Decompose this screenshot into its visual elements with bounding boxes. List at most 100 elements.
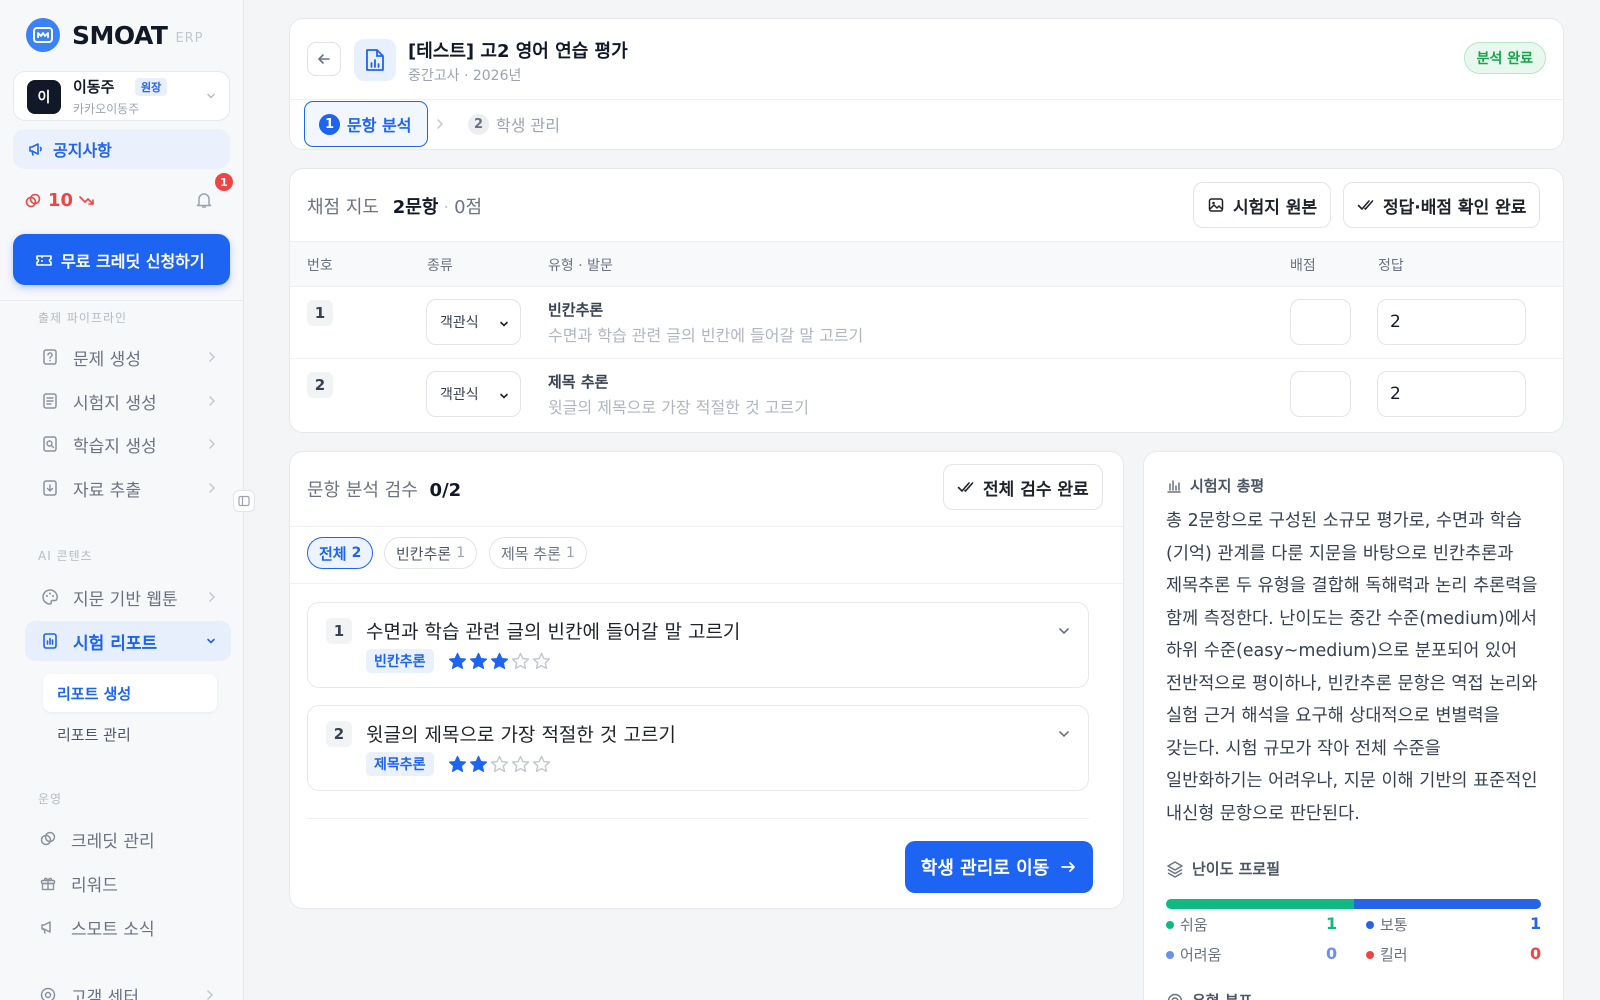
- chevron-right-icon: [205, 989, 215, 1000]
- tab-student-management[interactable]: 2 학생 관리: [468, 101, 560, 147]
- double-check-icon: [1357, 196, 1375, 214]
- legend-label: 쉬움: [1180, 916, 1208, 934]
- filter-chip-title-inference[interactable]: 제목 추론 1: [489, 537, 587, 569]
- column-header: 번호: [307, 258, 333, 274]
- user-role-badge: 원장: [135, 78, 168, 96]
- go-student-management-button[interactable]: 학생 관리로 이동: [905, 841, 1093, 893]
- chevron-down-icon: [498, 318, 510, 330]
- legend-normal: 보통: [1366, 914, 1408, 935]
- sidebar-item-label: 지문 기반 웹툰: [73, 589, 178, 610]
- question-text: 윗글의 제목으로 가장 적절한 것 고르기: [366, 724, 676, 746]
- review-divider: [290, 583, 1123, 584]
- question-prompt: 윗글의 제목으로 가장 적절한 것 고르기: [548, 398, 809, 417]
- sidebar-item-webtoon[interactable]: 지문 기반 웹툰: [25, 577, 231, 617]
- notice-button[interactable]: 공지사항: [13, 129, 230, 169]
- review-divider: [290, 526, 1123, 527]
- table-header: 번호 종류 유형 · 발문 배점 정답: [290, 241, 1563, 287]
- sidebar-item-credit-manage[interactable]: 크레딧 관리: [23, 819, 229, 859]
- answer-input[interactable]: 2: [1377, 371, 1526, 417]
- avatar: 이: [27, 80, 61, 114]
- sidebar-item-exam-report[interactable]: 시험 리포트: [25, 621, 231, 661]
- sidebar-section-pipeline: 출제 파이프라인: [38, 311, 128, 325]
- sidebar-item-support[interactable]: 고객 센터: [23, 975, 229, 1000]
- review-all-complete-button[interactable]: 전체 검수 완료: [943, 464, 1103, 510]
- question-type-tag: 빈칸추론: [366, 649, 434, 673]
- column-header: 유형 · 발문: [548, 258, 613, 274]
- step-number: 1: [319, 113, 340, 135]
- back-button[interactable]: [307, 42, 341, 76]
- arrow-left-icon: [316, 51, 332, 67]
- palette-icon: [41, 588, 59, 606]
- step-label: 문항 분석: [347, 116, 412, 135]
- sidebar-item-label: 리워드: [71, 875, 118, 896]
- page-subtitle: 중간고사 · 2026년: [408, 68, 522, 84]
- answer-input[interactable]: 2: [1377, 299, 1526, 345]
- column-header: 정답: [1378, 258, 1404, 274]
- review-title: 문항 분석 검수 0/2: [307, 476, 461, 502]
- legend-dot: [1166, 950, 1174, 959]
- sidebar-collapse-button[interactable]: [233, 490, 255, 512]
- target-icon: [1166, 992, 1184, 1000]
- grading-title-label: 채점 지도: [307, 197, 379, 218]
- star-filled-icon: [490, 652, 509, 669]
- legend-value: 1: [1326, 914, 1338, 933]
- score-input[interactable]: [1290, 371, 1351, 417]
- bell-icon[interactable]: [195, 191, 213, 209]
- notice-label: 공지사항: [53, 141, 112, 160]
- sidebar-divider: [0, 300, 244, 301]
- list-item[interactable]: 2 윗글의 제목으로 가장 적절한 것 고르기 제목추론: [307, 705, 1089, 791]
- question-kind-value: 객관식: [440, 387, 479, 403]
- sidebar-subitem-report-create[interactable]: 리포트 생성: [43, 674, 217, 712]
- star-filled-icon: [469, 755, 488, 772]
- confirm-answer-button[interactable]: 정답·배점 확인 완료: [1343, 182, 1541, 228]
- step-label: 학생 관리: [496, 116, 560, 135]
- exam-header-card: [테스트] 고2 영어 연습 평가 중간고사 · 2026년 분석 완료 1 문…: [289, 18, 1564, 150]
- review-all-complete-label: 전체 검수 완료: [983, 479, 1089, 500]
- question-count: 2문항: [392, 197, 439, 218]
- question-kind-select[interactable]: 객관식: [426, 371, 521, 417]
- sidebar-item-data-extract[interactable]: 자료 추출: [25, 468, 231, 508]
- brand[interactable]: SMOAT ERP: [26, 18, 204, 52]
- sidebar-item-exam-gen[interactable]: 시험지 생성: [25, 381, 231, 421]
- chevron-down-icon[interactable]: [1056, 726, 1072, 742]
- free-credit-button[interactable]: 무료 크레딧 신청하기: [13, 234, 230, 285]
- sidebar-subitem-report-manage[interactable]: 리포트 관리: [43, 715, 217, 753]
- ticket-icon: [35, 251, 53, 269]
- question-number: 2: [326, 721, 352, 747]
- legend-dot: [1166, 920, 1174, 929]
- status-badge: 분석 완료: [1463, 42, 1546, 74]
- user-name: 이동주: [73, 78, 115, 96]
- credit-balance[interactable]: 10: [24, 190, 95, 211]
- sidebar-item-news[interactable]: 스모트 소식: [23, 907, 229, 947]
- question-kind-select[interactable]: 객관식: [426, 299, 521, 345]
- user-switcher[interactable]: 이 이동주 원장 카카오이동주: [13, 71, 230, 121]
- question-type-tag: 제목추론: [366, 752, 434, 776]
- sidebar-item-worksheet-gen[interactable]: 학습지 생성: [25, 424, 231, 464]
- original-exam-button[interactable]: 시험지 원본: [1193, 182, 1332, 228]
- total-points: 0점: [454, 197, 483, 218]
- megaphone-icon: [39, 918, 57, 936]
- filter-chip-all[interactable]: 전체 2: [307, 537, 374, 569]
- confirm-answer-label: 정답·배점 확인 완료: [1383, 197, 1527, 218]
- bar-chart-icon: [1166, 478, 1182, 494]
- review-progress: 0/2: [429, 480, 462, 501]
- sidebar-item-reward[interactable]: 리워드: [23, 863, 229, 903]
- review-divider: [307, 818, 1089, 819]
- gift-icon: [39, 874, 57, 892]
- question-type: 제목 추론: [548, 373, 609, 391]
- chevron-down-icon: [205, 635, 217, 647]
- chevron-down-icon[interactable]: [1056, 623, 1072, 639]
- legend-label: 보통: [1380, 916, 1408, 934]
- chip-count: 2: [351, 545, 362, 561]
- sidebar-item-question-gen[interactable]: 문제 생성: [25, 337, 231, 377]
- tab-item-analysis[interactable]: 1 문항 분석: [304, 101, 428, 147]
- question-icon: [41, 348, 59, 366]
- difficulty-bar-segment: [1166, 899, 1354, 909]
- score-input[interactable]: [1290, 299, 1351, 345]
- sidebar-item-label: 문제 생성: [73, 349, 141, 370]
- filter-chip-blank-inference[interactable]: 빈칸추론 1: [384, 537, 478, 569]
- brand-name: SMOAT: [72, 20, 168, 50]
- chevron-right-icon: [435, 118, 445, 130]
- list-item[interactable]: 1 수면과 학습 관련 글의 빈칸에 들어갈 말 고르기 빈칸추론: [307, 602, 1089, 688]
- star-empty-icon: [490, 755, 509, 773]
